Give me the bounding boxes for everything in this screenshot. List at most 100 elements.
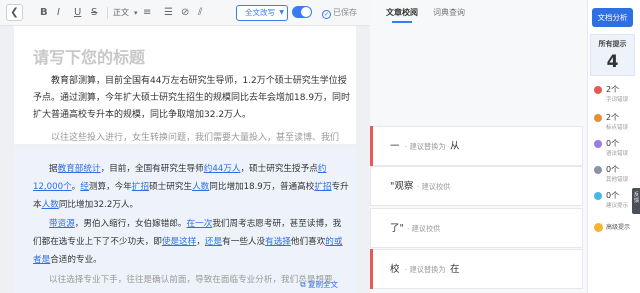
category-count: 2个 xyxy=(606,85,620,94)
suggestion-link[interactable]: 扩招 xyxy=(132,182,149,192)
review-text: 硕士研究生 xyxy=(149,182,193,192)
review-text: ，硕士研究生授予点 xyxy=(240,164,318,174)
category-filter-other[interactable]: 0个 其他错误 xyxy=(592,164,636,188)
suggestion-link[interactable]: 有选择 xyxy=(265,237,291,247)
mode-select-label: 全文改写 xyxy=(245,8,275,17)
category-name: 其他错误 xyxy=(606,177,629,183)
category-count: 0个 xyxy=(606,165,620,174)
review-text: 。 xyxy=(71,182,81,192)
review-text: ，目前，全国有研究生导师 xyxy=(100,164,204,174)
suggestion-link[interactable]: 人数 xyxy=(192,182,209,192)
category-dot xyxy=(594,166,602,174)
toolbar-divider xyxy=(107,7,108,19)
review-paragraph: 带资源，男伯入缩行，女伯嫁错郎。在一次我们周考志愿考研，甚至读博，我们都在选专业… xyxy=(33,215,349,269)
review-pane: 据教育部统计，目前，全国有研究生导师约44万人，硕士研究生授予点约12,000个… xyxy=(14,147,356,293)
tab-dictionary[interactable]: 词典查询 xyxy=(433,7,465,19)
copy-all-label: 复制全文 xyxy=(308,280,338,289)
suggestion-link[interactable]: 教育部统计 xyxy=(58,164,101,174)
underline-button[interactable]: U xyxy=(74,6,81,20)
suggestion-link[interactable]: 扩招 xyxy=(314,182,331,192)
strikethrough-button[interactable]: S xyxy=(91,6,97,20)
card-word: 了" xyxy=(390,223,404,234)
error-marker xyxy=(370,126,373,166)
review-text: 同比增加18.9万，普通高校 xyxy=(209,182,315,192)
category-name: 建议提示 xyxy=(606,203,629,209)
review-text: 据 xyxy=(49,164,58,174)
back-button[interactable]: ❮ xyxy=(6,4,23,21)
suggestion-card[interactable]: 了" · 建议校供 xyxy=(370,208,583,248)
editor-paper: 请写下您的标题 教育部测算，目前全国有44万左右研究生导师，1.2万个硕士研究生… xyxy=(14,26,356,144)
document-analysis-button[interactable]: 文档分析 xyxy=(592,8,633,27)
save-status-label: 已保存 xyxy=(333,8,357,17)
card-word: 校 xyxy=(390,264,400,275)
suggestion-link[interactable]: 还是 xyxy=(205,237,222,247)
review-text: 同比增加32.2万人。 xyxy=(58,200,139,210)
category-name: 语法错误 xyxy=(606,151,629,157)
all-hints-label: 所有提示 xyxy=(598,40,627,48)
title-input[interactable]: 请写下您的标题 xyxy=(33,44,145,68)
card-word: 一 xyxy=(390,141,400,152)
review-paragraph: 据教育部统计，目前，全国有研究生导师约44万人，硕士研究生授予点约12,000个… xyxy=(33,160,349,214)
error-marker xyxy=(370,249,373,289)
suggestion-link[interactable]: 带资源 xyxy=(49,219,75,229)
list-icon[interactable]: ☰ xyxy=(164,6,173,20)
shield-icon xyxy=(594,223,603,232)
category-filter-suggestion[interactable]: 0个 建议提示 xyxy=(592,190,636,214)
all-hints-count: 4 xyxy=(606,52,619,72)
editor-paragraph[interactable]: 以往这些投入进行，女生转换问题，我们需要大量投入，甚至读博、我们 xyxy=(33,130,351,144)
heading-icon[interactable]: ≡ xyxy=(143,6,151,20)
text-style-select[interactable]: 正文 xyxy=(113,6,129,20)
category-dot xyxy=(594,86,602,94)
feedback-tab[interactable]: 反馈 xyxy=(632,188,640,214)
save-status: ✓ 已保存 xyxy=(322,6,357,20)
card-hint: · 建议校供 xyxy=(407,224,441,233)
card-replacement[interactable]: 在 xyxy=(450,263,460,276)
category-count: 0个 xyxy=(606,139,620,148)
card-hint: · 建议替换为 xyxy=(405,142,446,151)
category-dot xyxy=(594,192,602,200)
category-count: 2个 xyxy=(606,113,620,122)
clear-format-icon[interactable]: ⊘ xyxy=(181,6,189,20)
suggestion-link[interactable]: 约44万人 xyxy=(204,164,241,174)
tab-article-review[interactable]: 文章校阅 xyxy=(386,7,418,23)
review-text: 测算，今年 xyxy=(88,182,132,192)
italic-button[interactable]: I xyxy=(57,6,60,20)
category-filter-punctuation[interactable]: 2个 标点错误 xyxy=(592,112,636,136)
suggestion-link[interactable]: 使是这样 xyxy=(162,237,196,247)
copy-all-button[interactable]: ⧉ 复制全文 xyxy=(300,279,338,291)
review-text: 有一些人没 xyxy=(222,237,266,247)
text-style-dropdown-icon[interactable]: ▾ xyxy=(134,6,138,20)
mode-select[interactable]: 全文改写 ▼ xyxy=(236,5,288,21)
suggestion-link[interactable]: 在一次 xyxy=(187,219,213,229)
editor-paragraph[interactable]: 教育部测算，目前全国有44万左右研究生导师，1.2万个硕士研究生学位授予点。通过… xyxy=(33,73,351,124)
category-name: 标点错误 xyxy=(606,125,629,131)
analysis-sidebar: 文档分析 所有提示 4 2个 字词错误 2个 标点错误 0个 语法错误 0个 其… xyxy=(587,0,640,293)
suggestion-link[interactable]: 经 xyxy=(80,182,89,192)
suggestion-card[interactable]: 一 · 建议替换为 从 xyxy=(370,126,583,166)
category-filter-grammar[interactable]: 0个 语法错误 xyxy=(592,138,636,162)
category-dot xyxy=(594,140,602,148)
suggestion-link[interactable]: 人数 xyxy=(42,200,59,210)
advanced-hints-label: 高级提示 xyxy=(606,224,631,231)
chevron-down-icon: ▼ xyxy=(279,9,284,16)
category-dot xyxy=(594,114,602,122)
review-text: ，男伯入缩行，女伯嫁错郎。 xyxy=(74,219,187,229)
toggle-knob xyxy=(301,7,311,17)
suggestion-card[interactable]: 校 · 建议替换为 在 xyxy=(370,249,583,289)
review-toggle[interactable] xyxy=(292,6,312,18)
category-filter-spelling[interactable]: 2个 字词错误 xyxy=(592,84,636,108)
review-text: 合适的专业。 xyxy=(50,255,102,265)
review-text: ， xyxy=(196,237,205,247)
review-text: 他们喜欢 xyxy=(290,237,326,247)
card-word: "观察 xyxy=(390,181,414,192)
bold-button[interactable]: B xyxy=(40,6,48,20)
suggestion-card[interactable]: "观察 · 建议校供 xyxy=(370,166,583,206)
advanced-hints-filter[interactable]: 高级提示 xyxy=(592,222,636,246)
category-name: 字词错误 xyxy=(606,97,629,103)
check-circle-icon: ✓ xyxy=(322,10,331,19)
all-hints-filter[interactable]: 所有提示 4 xyxy=(590,34,635,76)
editor-app: ❮ B I U S 正文 ▾ ≡ ☰ ⊘ ⫽ 全文改写 ▼ ✓ 已保存 请写下您的… xyxy=(0,0,640,293)
card-replacement[interactable]: 从 xyxy=(450,140,460,153)
chevron-left-icon: ❮ xyxy=(10,7,19,18)
format-icon[interactable]: ⫽ xyxy=(198,6,202,20)
